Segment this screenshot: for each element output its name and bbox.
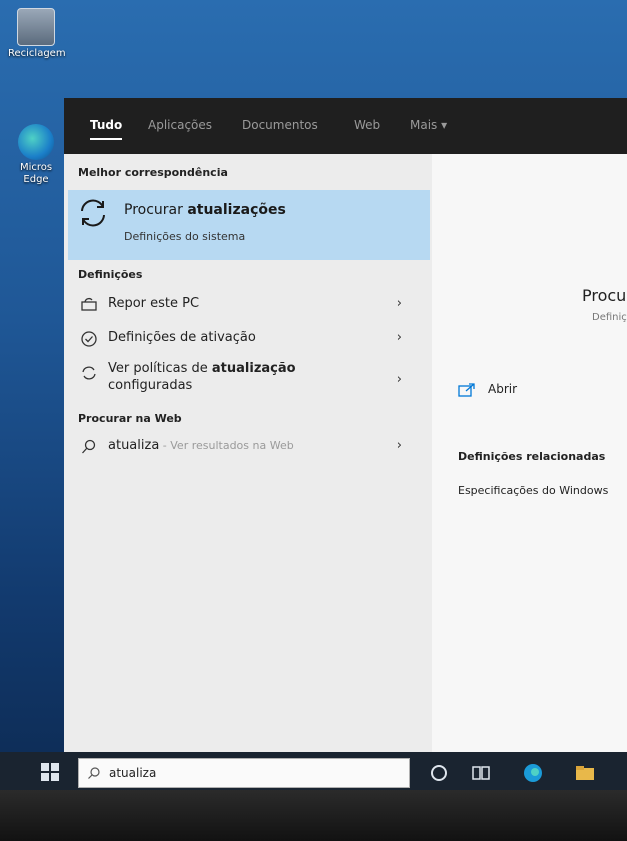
desktop-icon-edge[interactable]: Micros Edge bbox=[8, 124, 64, 186]
chevron-right-icon[interactable]: › bbox=[397, 330, 402, 345]
open-label: Abrir bbox=[488, 382, 518, 396]
search-tabs-bar: Tudo Aplicações Documentos Web Mais ▾ bbox=[64, 98, 627, 154]
search-icon bbox=[88, 767, 100, 779]
taskbar: atualiza bbox=[0, 752, 627, 794]
tab-mais[interactable]: Mais ▾ bbox=[410, 118, 447, 132]
monitor-bezel bbox=[0, 790, 627, 841]
open-button[interactable]: Abrir bbox=[458, 382, 517, 401]
best-match-heading: Melhor correspondência bbox=[78, 166, 228, 179]
open-icon bbox=[458, 383, 475, 397]
chevron-right-icon[interactable]: › bbox=[397, 438, 402, 453]
web-search-label: atualiza - Ver resultados na Web bbox=[108, 438, 294, 453]
taskbar-search-input[interactable]: atualiza bbox=[78, 758, 410, 788]
desktop-icon-label: Reciclagem bbox=[8, 48, 66, 59]
detail-subtitle: Definições do sistema bbox=[592, 312, 627, 323]
related-link-specs[interactable]: Especificações do Windows bbox=[458, 484, 608, 497]
search-icon bbox=[82, 439, 96, 454]
tab-tudo[interactable]: Tudo bbox=[90, 118, 123, 140]
results-list: Melhor correspondência Procurar atualiza… bbox=[64, 154, 432, 760]
search-query-text: atualiza bbox=[109, 766, 157, 780]
cortana-icon[interactable] bbox=[428, 762, 450, 784]
edge-icon[interactable] bbox=[522, 762, 544, 784]
refresh-icon bbox=[81, 199, 105, 227]
tab-web[interactable]: Web bbox=[354, 118, 380, 132]
settings-item-label: Definições de ativação bbox=[108, 330, 256, 345]
settings-item-repor-pc[interactable]: Repor este PC › bbox=[64, 290, 432, 320]
detail-pane: Procurar atualizações Definições do sist… bbox=[432, 154, 627, 760]
desktop-icon-recycle-bin[interactable]: Reciclagem bbox=[8, 8, 66, 60]
recycle-bin-icon bbox=[17, 8, 55, 46]
refresh-icon bbox=[82, 366, 96, 380]
edge-icon bbox=[18, 124, 54, 160]
file-explorer-icon[interactable] bbox=[574, 762, 596, 784]
chevron-right-icon[interactable]: › bbox=[397, 296, 402, 311]
best-match-item[interactable]: Procurar atualizações Definições do sist… bbox=[68, 190, 430, 260]
chevron-right-icon[interactable]: › bbox=[397, 372, 402, 387]
windows-start-icon[interactable] bbox=[40, 762, 60, 782]
best-match-subtitle: Definições do sistema bbox=[124, 230, 246, 243]
laptop-reset-icon bbox=[81, 297, 97, 311]
check-circle-icon bbox=[81, 331, 97, 347]
desktop-icon-label: Micros Edge bbox=[19, 162, 53, 185]
web-search-item[interactable]: atualiza - Ver resultados na Web › bbox=[64, 432, 432, 462]
tab-aplicacoes[interactable]: Aplicações bbox=[148, 118, 212, 132]
start-search-panel: Tudo Aplicações Documentos Web Mais ▾ Me… bbox=[64, 98, 627, 760]
task-view-icon[interactable] bbox=[470, 762, 492, 784]
web-heading: Procurar na Web bbox=[78, 412, 182, 425]
settings-item-label: Repor este PC bbox=[108, 296, 200, 311]
detail-title: Procurar atualizações bbox=[582, 286, 627, 305]
best-match-title: Procurar atualizações bbox=[124, 202, 286, 218]
settings-item-politicas[interactable]: Ver políticas de atualização configurada… bbox=[64, 358, 432, 406]
tab-documentos[interactable]: Documentos bbox=[242, 118, 318, 132]
related-settings-heading: Definições relacionadas bbox=[458, 450, 606, 463]
desktop: Reciclagem Micros Edge Tudo Aplicações D… bbox=[0, 0, 627, 800]
settings-item-label: Ver políticas de atualização configurada… bbox=[108, 361, 296, 393]
settings-heading: Definições bbox=[78, 268, 143, 281]
settings-item-ativacao[interactable]: Definições de ativação › bbox=[64, 324, 432, 354]
